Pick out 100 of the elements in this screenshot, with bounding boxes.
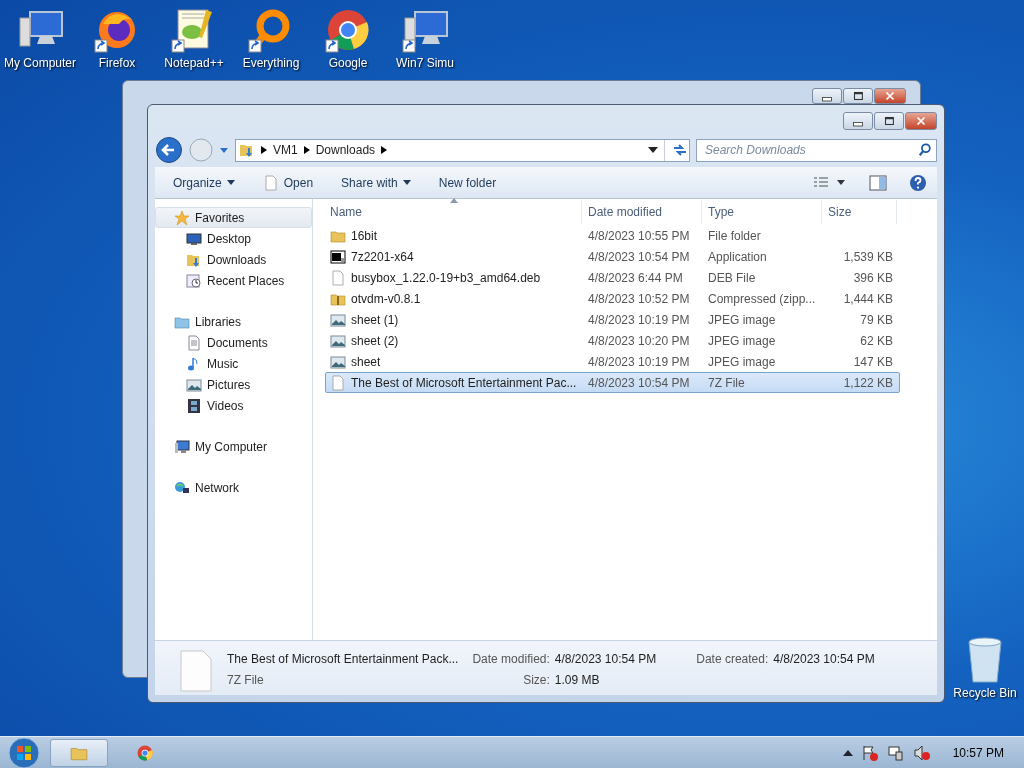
toolbar-button[interactable]: Organize: [165, 170, 243, 195]
desktop-icon-label[interactable]: Notepad++: [164, 54, 224, 72]
navigation-item[interactable]: Libraries: [155, 311, 312, 332]
view-options-button[interactable]: [813, 175, 847, 190]
file-row[interactable]: The Best of Microsoft Entertainment Pac... 4/8/2023 10:54 PM 7Z File 1,122 KB: [325, 372, 900, 393]
close-button[interactable]: [905, 112, 937, 130]
breadcrumb-arrow-icon[interactable]: [303, 146, 310, 154]
desktop-icon-label[interactable]: Win7 Simu: [396, 54, 454, 72]
file-type: 7Z File: [227, 672, 265, 689]
minimize-button[interactable]: [843, 112, 873, 130]
size-cell: 396 KB: [853, 270, 893, 285]
search-icon[interactable]: [918, 142, 932, 157]
breadcrumb-arrow-icon[interactable]: [261, 146, 267, 154]
navigation-item[interactable]: My Computer: [155, 436, 312, 457]
start-button[interactable]: [6, 736, 42, 768]
minimize-button[interactable]: [812, 88, 842, 104]
navigation-item[interactable]: Desktop: [155, 228, 312, 249]
breadcrumb-link[interactable]: VM1: [273, 141, 298, 159]
column-header[interactable]: Date modified: [582, 200, 702, 224]
date-cell: 4/8/2023 10:19 PM: [588, 312, 690, 327]
file-icon: [330, 374, 346, 391]
desktop-icon-label[interactable]: Recycle Bin: [953, 684, 1017, 702]
flag-alert-icon[interactable]: [860, 743, 879, 762]
file-name: 7z2201-x64: [351, 248, 414, 266]
file-row[interactable]: otvdm-v0.8.1 4/8/2023 10:52 PM Compressed (zipp... 1,444 KB: [325, 288, 900, 309]
desktop-icon-label[interactable]: Firefox: [98, 54, 136, 72]
field-value: 1.09 MB: [554, 672, 601, 689]
file-row[interactable]: 16bit 4/8/2023 10:55 PM File folder: [325, 225, 900, 246]
type-cell: JPEG image: [708, 312, 776, 327]
desktop-icon: [186, 230, 202, 247]
date-cell: 4/8/2023 10:20 PM: [588, 333, 690, 348]
desktop-icon-label[interactable]: My Computer: [4, 54, 76, 72]
maximize-icon: [882, 114, 896, 128]
application-icon: [330, 248, 346, 265]
search-field[interactable]: Search Downloads: [696, 138, 937, 162]
maximize-icon: [851, 89, 865, 103]
type-cell: DEB File: [708, 270, 756, 285]
navigation-item[interactable]: Videos: [155, 395, 312, 416]
field-label: Size:: [522, 672, 550, 689]
size-cell: 79 KB: [860, 312, 893, 327]
navigation-item[interactable]: Documents: [155, 332, 312, 353]
type-cell: Compressed (zipp...: [708, 291, 816, 306]
date-cell: 4/8/2023 10:54 PM: [588, 375, 690, 390]
refresh-icon[interactable]: [671, 142, 689, 158]
desktop-icon-label[interactable]: Everything: [242, 54, 300, 72]
column-header[interactable]: Size: [822, 200, 897, 224]
toolbar-button[interactable]: Open: [254, 170, 322, 195]
date-cell: 4/8/2023 10:19 PM: [588, 354, 690, 369]
file-row[interactable]: sheet (1) 4/8/2023 10:19 PM JPEG image 79 KB: [325, 309, 900, 330]
minimize-icon: [822, 96, 832, 102]
recycle-bin-icon[interactable]: [965, 636, 1005, 684]
address-bar[interactable]: VM1 Downloads: [235, 138, 690, 162]
tray-expand-icon[interactable]: [842, 748, 853, 757]
navigation-item[interactable]: Pictures: [155, 374, 312, 395]
history-dropdown-icon[interactable]: [219, 145, 229, 155]
toolbar-button[interactable]: New folder: [430, 170, 505, 195]
browser-ring-icon: [136, 743, 154, 762]
dropdown-arrow-icon[interactable]: [648, 146, 658, 154]
date-cell: 4/8/2023 6:44 PM: [588, 270, 683, 285]
picture-icon: [330, 311, 346, 328]
navigation-item[interactable]: Downloads: [155, 249, 312, 270]
navigation-item[interactable]: Recent Places: [155, 270, 312, 291]
navigation-item[interactable]: Music: [155, 353, 312, 374]
breadcrumb-arrow-icon[interactable]: [381, 146, 388, 154]
file-row[interactable]: busybox_1.22.0-19+b3_amd64.deb 4/8/2023 6:44 PM DEB File 396 KB: [325, 267, 900, 288]
breadcrumb-link[interactable]: Downloads: [315, 141, 376, 159]
back-button[interactable]: [155, 136, 183, 164]
downloads-folder-icon: [239, 142, 255, 158]
field-label: Date created:: [696, 651, 769, 668]
network-tray-icon[interactable]: [886, 743, 905, 762]
type-cell: File folder: [708, 228, 761, 243]
close-icon: [914, 114, 928, 128]
close-button[interactable]: [874, 88, 906, 104]
file-name: busybox_1.22.0-19+b3_amd64.deb: [351, 269, 541, 287]
file-row[interactable]: sheet (2) 4/8/2023 10:20 PM JPEG image 62 KB: [325, 330, 900, 351]
file-icon: [262, 174, 279, 191]
clock[interactable]: 10:57 PM: [952, 743, 1004, 762]
preview-pane-button[interactable]: [869, 174, 887, 191]
maximize-button[interactable]: [874, 112, 904, 130]
muted-speaker-icon[interactable]: [912, 743, 931, 762]
recent-places-icon: [186, 272, 202, 289]
maximize-button[interactable]: [843, 88, 873, 104]
file-name: 16bit: [351, 227, 378, 245]
computer-icon: [174, 438, 190, 455]
navigation-item[interactable]: Network: [155, 477, 312, 498]
field-value: 4/8/2023 10:54 PM: [554, 651, 657, 668]
file-name: sheet (2): [351, 332, 399, 350]
help-button[interactable]: [909, 173, 927, 192]
column-header[interactable]: Type: [702, 200, 822, 224]
document-icon: [186, 334, 202, 351]
navigation-item[interactable]: Favorites: [155, 207, 312, 228]
file-name: sheet: [351, 353, 381, 371]
column-header[interactable]: Name: [326, 200, 582, 224]
toolbar-button[interactable]: Share with: [333, 170, 419, 195]
file-row[interactable]: sheet 4/8/2023 10:19 PM JPEG image 147 KB: [325, 351, 900, 372]
file-name: otvdm-v0.8.1: [351, 290, 421, 308]
field-label: Date modified:: [472, 651, 550, 668]
desktop-icon-label[interactable]: Google: [328, 54, 368, 72]
type-cell: Application: [708, 249, 767, 264]
file-row[interactable]: 7z2201-x64 4/8/2023 10:54 PM Application 1,539 KB: [325, 246, 900, 267]
